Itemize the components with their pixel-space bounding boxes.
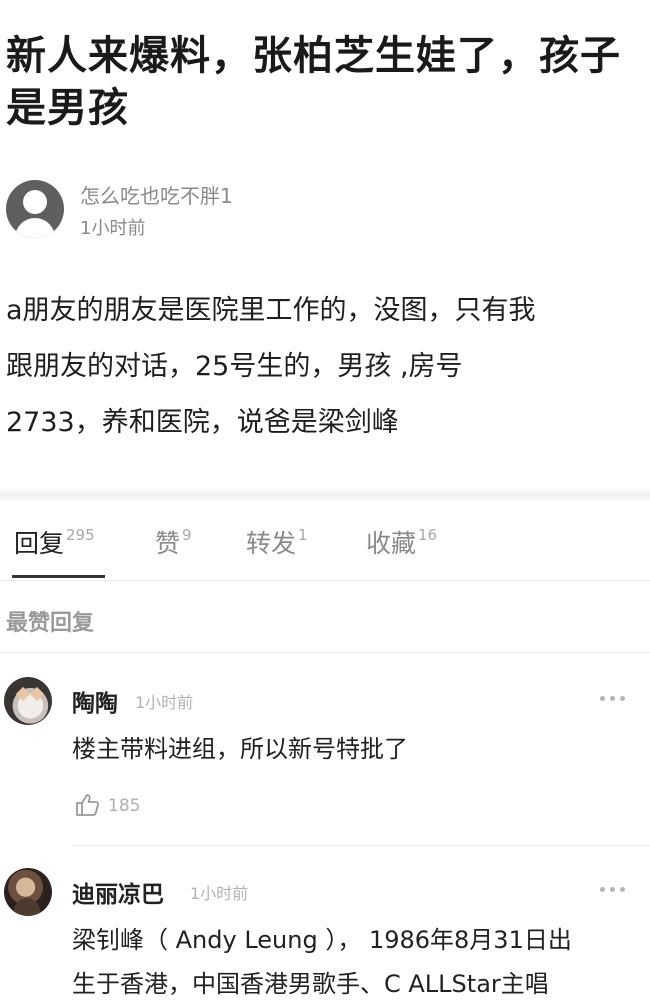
avatar-shoulders xyxy=(15,218,55,238)
interaction-tabs: 回复 295 赞9 转发 1 收藏 16 xyxy=(0,520,650,581)
tab-likes[interactable]: 赞9 xyxy=(155,524,192,576)
dot xyxy=(610,696,615,701)
tab-count: 295 xyxy=(66,526,95,544)
commenter-name[interactable]: 陶陶 xyxy=(72,684,118,718)
tab-replies[interactable]: 回复 295 xyxy=(14,524,95,576)
author-name[interactable]: 怎么吃也吃不胖1 xyxy=(80,180,233,209)
section-title: 最赞回复 xyxy=(6,611,95,636)
avatar-detail xyxy=(15,686,31,702)
author-avatar-icon[interactable] xyxy=(6,180,64,238)
post-time: 1小时前 xyxy=(80,218,146,239)
comment-time: 1小时前 xyxy=(190,884,249,903)
tab-label: 收藏 xyxy=(366,529,417,558)
post-author[interactable]: 怎么吃也吃不胖1 1小时前 xyxy=(6,178,636,242)
comment-text-line: 生于香港，中国香港男歌手、C ALLStar主唱 xyxy=(72,970,549,998)
post-title: 新人来爆料，张柏芝生娃了，孩子是男孩 xyxy=(6,33,621,131)
avatar-head xyxy=(23,190,47,214)
commenter-name[interactable]: 迪丽凉巴 xyxy=(72,875,164,909)
comment-text: 楼主带料进组，所以新号特批了 xyxy=(72,735,408,763)
comment-divider xyxy=(72,845,650,846)
tab-count: 16 xyxy=(418,526,438,544)
commenter-avatar[interactable] xyxy=(4,868,52,916)
active-tab-indicator xyxy=(12,575,105,578)
like-count: 185 xyxy=(108,796,141,816)
dot xyxy=(610,887,615,892)
more-dots-icon[interactable] xyxy=(600,886,626,894)
dot xyxy=(600,696,605,701)
dot xyxy=(600,887,605,892)
post-body-line: 2733，养和医院，说爸是梁剑峰 xyxy=(6,407,399,438)
section-separator xyxy=(0,488,650,502)
avatar-detail xyxy=(14,898,40,916)
tab-count: 9 xyxy=(182,526,192,544)
post-body: a朋友的朋友是医院里工作的，没图，只有我 跟朋友的对话，25号生的，男孩 ,房号… xyxy=(6,283,636,451)
comment-text-line: 梁钊峰（ Andy Leung ）， 1986年8月31日出 xyxy=(72,926,572,954)
tab-label: 赞 xyxy=(155,529,181,558)
dot xyxy=(620,887,625,892)
tab-count: 1 xyxy=(298,526,308,544)
commenter-avatar[interactable] xyxy=(4,677,52,725)
tab-favorites[interactable]: 收藏 16 xyxy=(366,524,437,576)
avatar-detail xyxy=(29,686,45,702)
comment-time: 1小时前 xyxy=(135,693,194,712)
post-body-line: 跟朋友的对话，25号生的，男孩 ,房号 xyxy=(6,351,463,382)
dot xyxy=(620,696,625,701)
tab-reposts[interactable]: 转发 1 xyxy=(246,524,308,576)
thumbs-up-icon xyxy=(76,794,99,816)
tab-label: 回复 xyxy=(14,529,65,558)
comment-text: 梁钊峰（ Andy Leung ）， 1986年8月31日出 生于香港，中国香港… xyxy=(72,918,632,1006)
more-dots-icon[interactable] xyxy=(600,695,626,703)
post-body-line: a朋友的朋友是医院里工作的，没图，只有我 xyxy=(6,295,536,326)
divider xyxy=(0,652,650,653)
tab-label: 转发 xyxy=(246,529,297,558)
